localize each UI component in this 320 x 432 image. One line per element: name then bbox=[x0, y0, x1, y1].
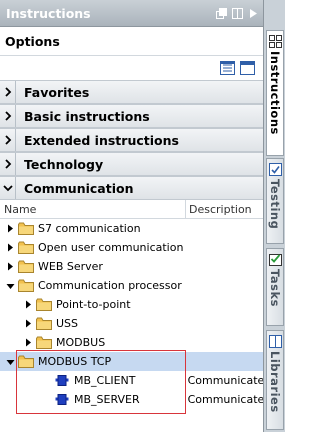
sidebar-tab-libraries[interactable]: Libraries bbox=[266, 330, 284, 430]
task-card-sidebar: Instructions Testing Tasks Libraries bbox=[263, 0, 285, 432]
folder-icon bbox=[18, 260, 34, 274]
folder-icon bbox=[18, 355, 34, 369]
sidebar-tab-label: Instructions bbox=[268, 51, 282, 135]
folder-icon bbox=[18, 279, 34, 293]
options-toolbar bbox=[0, 56, 263, 80]
options-header[interactable]: Options bbox=[0, 27, 263, 56]
tree-column-header: Name Description bbox=[0, 200, 263, 219]
tree-item-description: Communicate bbox=[187, 374, 263, 387]
tree-item-label: Communication processor bbox=[38, 279, 182, 292]
name-column-header[interactable]: Name bbox=[0, 200, 186, 218]
tree-row[interactable]: Point-to-point bbox=[0, 295, 263, 314]
function-block-icon bbox=[54, 374, 70, 388]
tree-row[interactable]: MB_CLIENT Communicate bbox=[0, 371, 263, 390]
expand-arrow-icon[interactable] bbox=[22, 299, 34, 311]
tree-row[interactable]: USS bbox=[0, 314, 263, 333]
folder-icon bbox=[36, 317, 52, 331]
tree-row[interactable]: Open user communication bbox=[0, 238, 263, 257]
expand-arrow-icon[interactable] bbox=[4, 223, 16, 235]
expand-arrow-icon[interactable] bbox=[22, 318, 34, 330]
section-label: Extended instructions bbox=[24, 132, 179, 148]
tree-item-label: MODBUS TCP bbox=[38, 355, 112, 368]
window-icon[interactable] bbox=[239, 60, 255, 76]
tree-item-label: MODBUS bbox=[56, 336, 106, 349]
expand-arrow-icon[interactable] bbox=[22, 337, 34, 349]
tasks-icon bbox=[268, 252, 282, 266]
tree-row[interactable]: S7 communication bbox=[0, 219, 263, 238]
chevron-down-icon[interactable] bbox=[0, 177, 16, 199]
list-view-icon[interactable] bbox=[219, 60, 235, 76]
tree-item-label: MB_CLIENT bbox=[74, 374, 136, 387]
chevron-right-icon[interactable] bbox=[0, 81, 16, 103]
section-technology[interactable]: Technology bbox=[0, 152, 263, 176]
expand-arrow-icon[interactable] bbox=[4, 242, 16, 254]
section-basic-instructions[interactable]: Basic instructions bbox=[0, 104, 263, 128]
tree-item-label: Point-to-point bbox=[56, 298, 131, 311]
collapse-arrow-icon[interactable] bbox=[4, 280, 16, 292]
folder-icon bbox=[18, 222, 34, 236]
section-extended-instructions[interactable]: Extended instructions bbox=[0, 128, 263, 152]
section-favorites[interactable]: Favorites bbox=[0, 80, 263, 104]
tree-item-label: S7 communication bbox=[38, 222, 141, 235]
section-communication[interactable]: Communication bbox=[0, 176, 263, 200]
chevron-right-icon[interactable] bbox=[0, 129, 16, 151]
section-label: Technology bbox=[24, 156, 104, 172]
tree-row[interactable]: MB_SERVER Communicate bbox=[0, 390, 263, 409]
tree-item-label: MB_SERVER bbox=[74, 393, 140, 406]
folder-icon bbox=[18, 241, 34, 255]
collapse-arrow-icon[interactable] bbox=[4, 356, 16, 368]
chevron-right-icon[interactable] bbox=[0, 105, 16, 127]
libraries-icon bbox=[268, 334, 282, 348]
float-icon[interactable] bbox=[215, 7, 227, 19]
section-label: Favorites bbox=[24, 84, 90, 100]
tree-item-label: USS bbox=[56, 317, 79, 330]
tree-item-label: Open user communication bbox=[38, 241, 184, 254]
instruction-tree: S7 communication Open user communication W… bbox=[0, 219, 263, 409]
tree-row[interactable]: Communication processor bbox=[0, 276, 263, 295]
function-block-icon bbox=[54, 393, 70, 407]
chevron-right-icon[interactable] bbox=[0, 153, 16, 175]
sidebar-tab-label: Tasks bbox=[268, 269, 282, 307]
folder-icon bbox=[36, 298, 52, 312]
panel-title: Instructions bbox=[6, 5, 91, 21]
tree-row[interactable]: MODBUS TCP bbox=[0, 352, 263, 371]
testing-icon bbox=[268, 162, 282, 176]
expand-icon[interactable] bbox=[247, 7, 259, 19]
sidebar-tab-label: Testing bbox=[268, 179, 282, 230]
tree-row[interactable]: WEB Server bbox=[0, 257, 263, 276]
tree-row[interactable]: MODBUS bbox=[0, 333, 263, 352]
sidebar-tab-testing[interactable]: Testing bbox=[266, 158, 284, 244]
panel-titlebar: Instructions bbox=[0, 0, 263, 27]
instructions-icon bbox=[268, 34, 282, 48]
section-label: Communication bbox=[24, 180, 134, 196]
expand-arrow-icon[interactable] bbox=[4, 261, 16, 273]
sidebar-tab-instructions[interactable]: Instructions bbox=[266, 30, 284, 156]
tree-item-description: Communicate bbox=[187, 393, 263, 406]
options-label: Options bbox=[5, 33, 60, 49]
sidebar-tab-label: Libraries bbox=[268, 351, 282, 413]
folder-icon bbox=[36, 336, 52, 350]
tree-item-label: WEB Server bbox=[38, 260, 103, 273]
instructions-panel: Instructions Options Favorites Basic inst… bbox=[0, 0, 263, 432]
section-label: Basic instructions bbox=[24, 108, 150, 124]
sidebar-tab-tasks[interactable]: Tasks bbox=[266, 248, 284, 326]
description-column-header[interactable]: Description bbox=[186, 203, 252, 216]
pin-icon[interactable] bbox=[231, 7, 243, 19]
